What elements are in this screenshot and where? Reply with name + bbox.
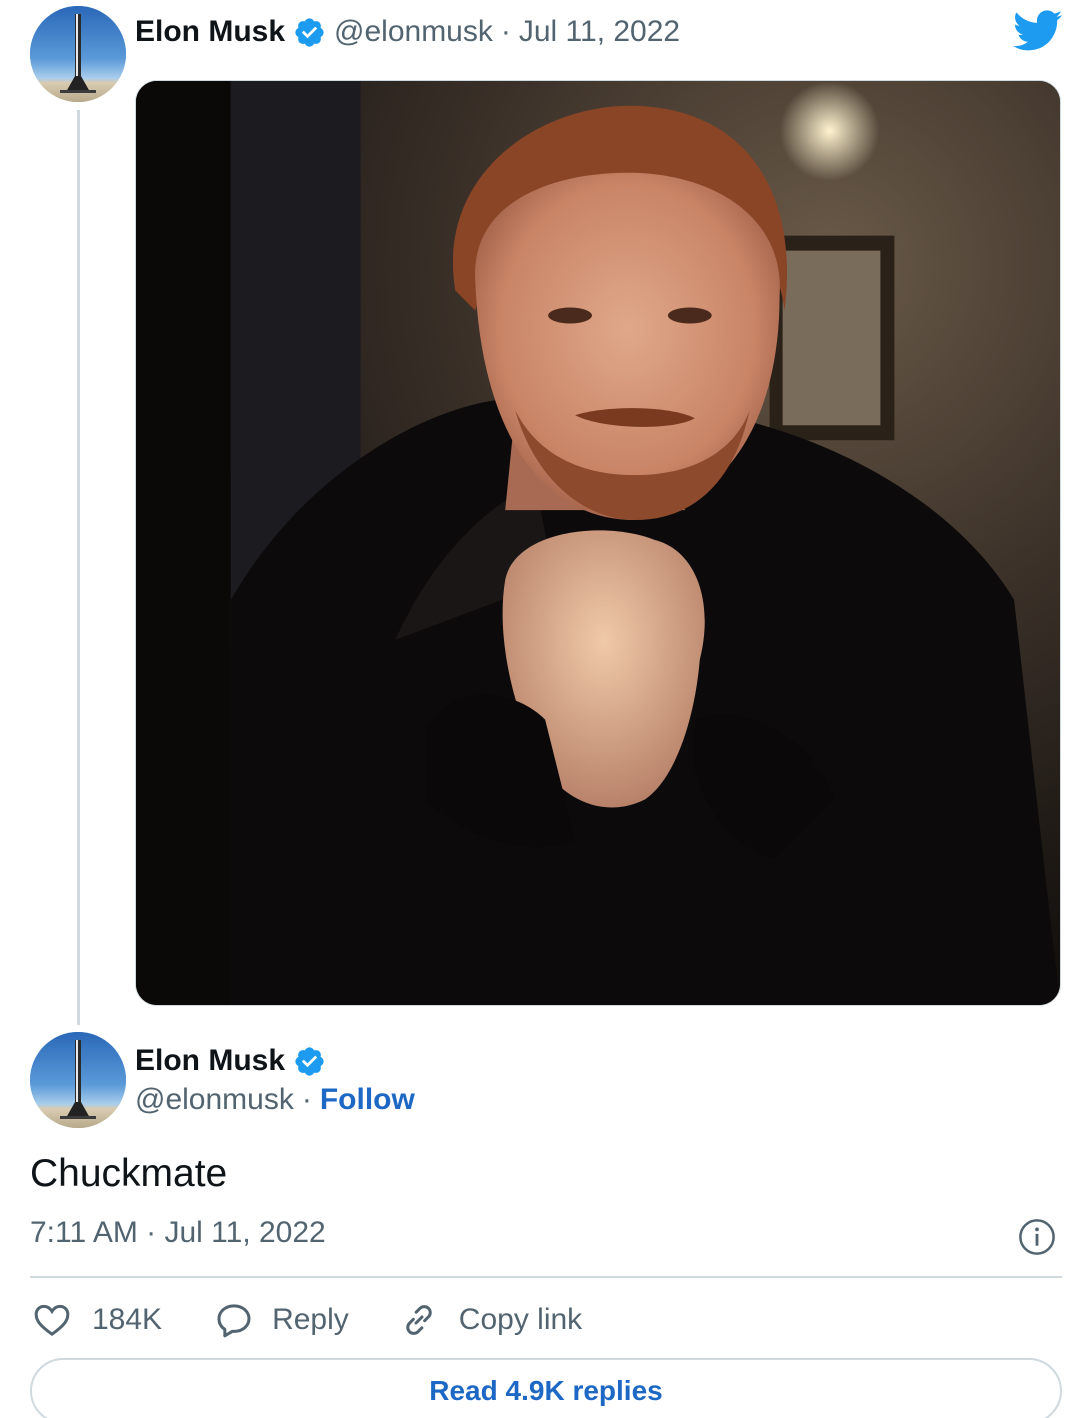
author-name[interactable]: Elon Musk <box>135 15 285 49</box>
portrait-image <box>136 81 1060 1005</box>
heart-icon <box>32 1300 72 1340</box>
twitter-bird-icon[interactable] <box>1013 10 1063 52</box>
speech-bubble-icon <box>214 1300 254 1340</box>
main-tweet-handle-row: @elonmusk · Follow <box>135 1080 415 1120</box>
verified-badge-icon <box>293 16 326 49</box>
main-tweet-author-row: Elon Musk <box>135 1040 334 1082</box>
tweet-date-link[interactable]: Jul 11, 2022 <box>519 15 680 49</box>
reply-label: Reply <box>272 1303 349 1336</box>
rocket-avatar-image <box>30 6 126 102</box>
tweet-actions: 184K Reply Copy link <box>32 1296 632 1344</box>
separator-dot: · <box>301 1083 312 1116</box>
tweet-timestamp[interactable]: 7:11 AM · Jul 11, 2022 <box>30 1216 326 1250</box>
parent-tweet-header: Elon Musk @elonmusk · Jul 11, 2022 <box>135 12 680 52</box>
rocket-avatar-image <box>30 1032 126 1128</box>
like-button[interactable]: 184K <box>32 1300 162 1340</box>
separator-dot: · <box>500 15 511 48</box>
author-handle[interactable]: @elonmusk <box>135 1083 294 1117</box>
read-replies-button[interactable]: Read 4.9K replies <box>30 1358 1062 1418</box>
like-count: 184K <box>92 1303 163 1336</box>
follow-button[interactable]: Follow <box>320 1083 415 1117</box>
info-icon[interactable] <box>1018 1218 1056 1256</box>
link-icon <box>399 1300 439 1340</box>
tweet-photo[interactable] <box>135 80 1061 1006</box>
verified-badge-icon <box>293 1045 326 1078</box>
reply-button[interactable]: Reply <box>214 1300 349 1340</box>
tweet-text: Chuckmate <box>30 1152 228 1195</box>
tweet-embed: Elon Musk @elonmusk · Jul 11, 2022 Elon … <box>0 0 1092 1418</box>
divider <box>30 1276 1062 1278</box>
author-name[interactable]: Elon Musk <box>135 1044 285 1078</box>
copy-link-button[interactable]: Copy link <box>399 1300 582 1340</box>
copy-link-label: Copy link <box>458 1303 583 1336</box>
author-avatar[interactable] <box>30 1032 126 1128</box>
author-handle[interactable]: @elonmusk <box>334 15 493 49</box>
author-avatar[interactable] <box>30 6 126 102</box>
thread-connector-line <box>77 110 80 1025</box>
